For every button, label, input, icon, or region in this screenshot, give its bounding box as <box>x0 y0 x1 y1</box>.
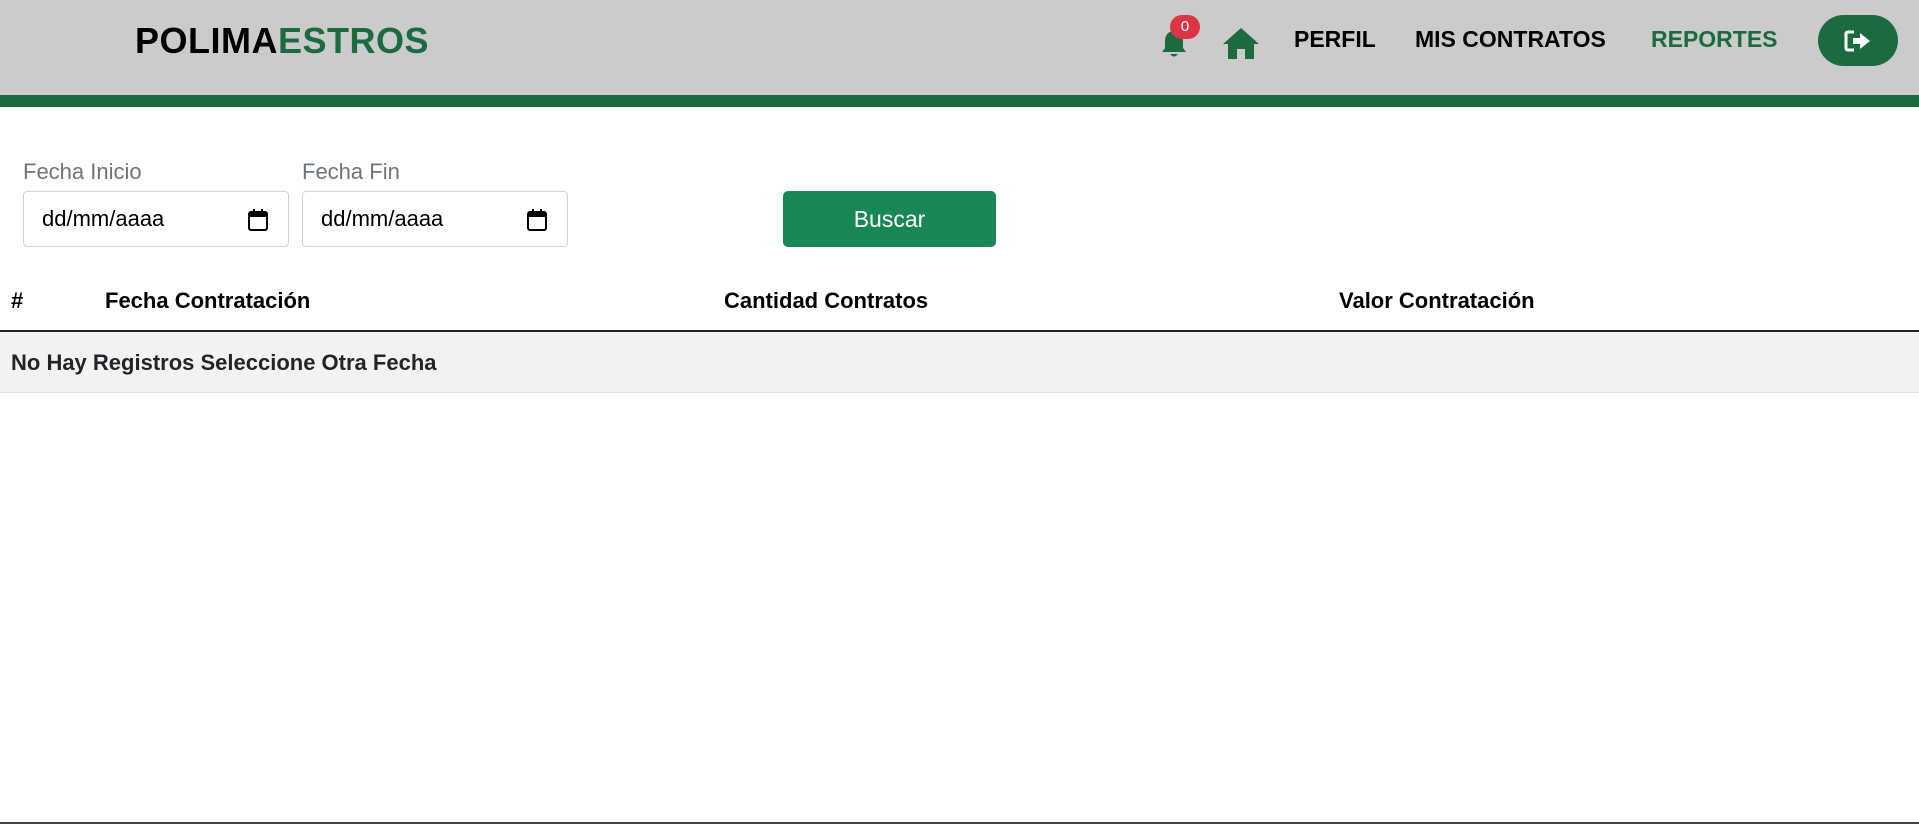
logout-button[interactable] <box>1818 15 1898 66</box>
start-date-placeholder: dd/mm/aaaa <box>42 206 165 231</box>
column-header-cantidad-contratos: Cantidad Contratos <box>724 288 929 313</box>
top-navbar: POLIMAESTROS 0 PERFIL MIS CONTRATOS REPO… <box>0 0 1919 95</box>
brand-logo[interactable]: POLIMAESTROS <box>135 20 429 62</box>
sign-out-icon <box>1844 30 1870 51</box>
nav-link-reportes[interactable]: REPORTES <box>1651 26 1778 53</box>
end-date-placeholder: dd/mm/aaaa <box>321 206 444 231</box>
nav-link-perfil[interactable]: PERFIL <box>1294 26 1376 53</box>
brand-part-1: POLIMA <box>135 20 278 61</box>
home-icon[interactable] <box>1222 26 1260 60</box>
brand-part-2: ESTROS <box>278 20 430 61</box>
start-date-input[interactable]: dd/mm/aaaa <box>23 191 289 247</box>
table-row: No Hay Registros Seleccione Otra Fecha <box>0 332 1919 393</box>
search-button[interactable]: Buscar <box>783 191 996 247</box>
column-header-index: # <box>11 288 24 313</box>
start-date-label: Fecha Inicio <box>23 159 142 184</box>
column-header-valor-contratacion: Valor Contratación <box>1339 288 1535 313</box>
column-header-fecha-contratacion: Fecha Contratación <box>105 288 311 313</box>
calendar-icon[interactable] <box>248 209 268 231</box>
end-date-input[interactable]: dd/mm/aaaa <box>302 191 568 247</box>
notification-count-badge: 0 <box>1170 15 1200 39</box>
nav-link-mis-contratos[interactable]: MIS CONTRATOS <box>1415 26 1606 53</box>
end-date-label: Fecha Fin <box>302 159 400 184</box>
empty-table-message: No Hay Registros Seleccione Otra Fecha <box>11 350 437 375</box>
navbar-accent-stripe <box>0 95 1919 107</box>
calendar-icon[interactable] <box>527 209 547 231</box>
